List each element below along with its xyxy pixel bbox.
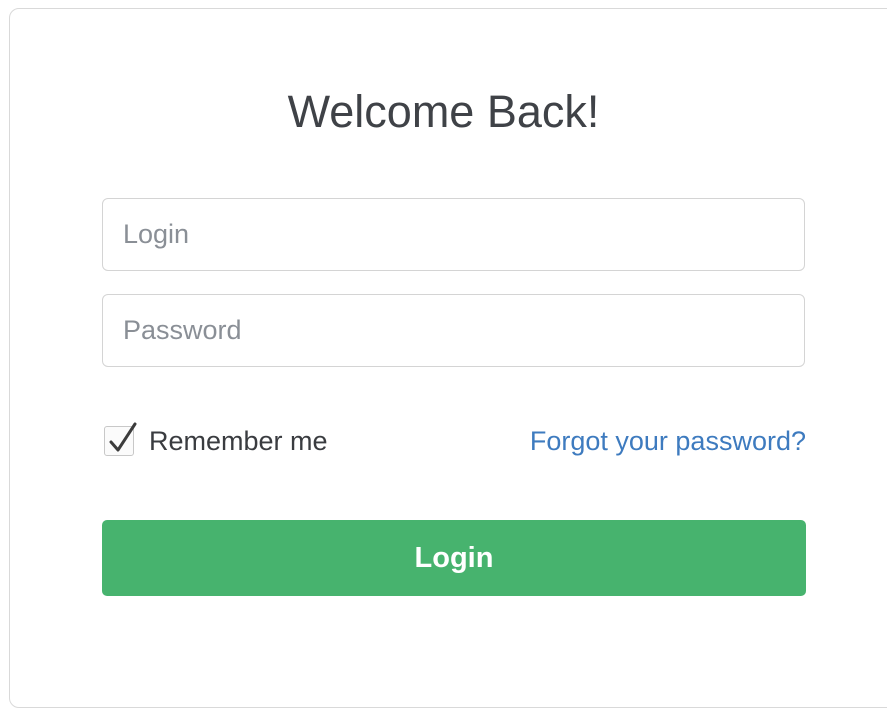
remember-me-checkbox[interactable] xyxy=(104,422,137,456)
page-title: Welcome Back! xyxy=(287,86,600,137)
remember-me-control[interactable]: Remember me xyxy=(104,422,328,458)
checkmark-icon xyxy=(109,422,137,452)
remember-me-label: Remember me xyxy=(149,425,328,456)
password-input[interactable] xyxy=(102,294,805,367)
login-input[interactable] xyxy=(102,198,805,271)
login-button[interactable]: Login xyxy=(102,520,806,596)
forgot-password-link[interactable]: Forgot your password? xyxy=(530,423,806,459)
